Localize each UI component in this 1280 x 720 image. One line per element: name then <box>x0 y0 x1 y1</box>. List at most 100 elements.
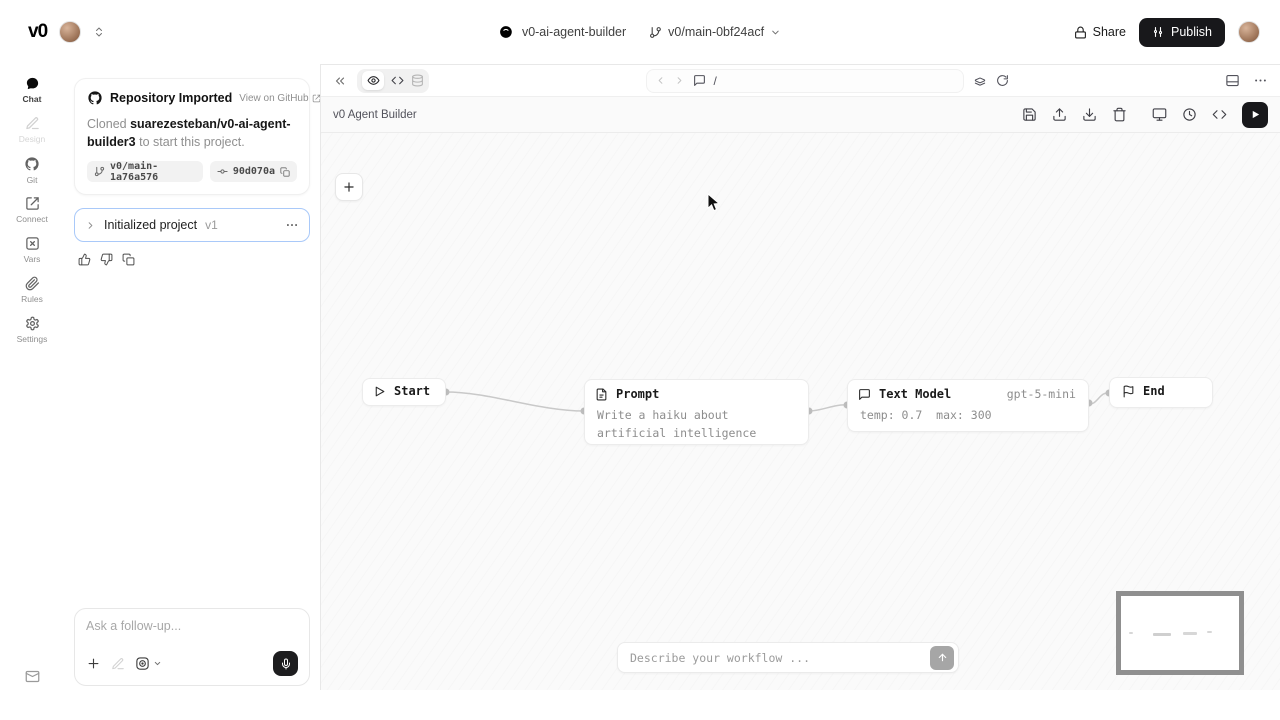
sidebar-item-settings[interactable]: Settings <box>0 310 64 350</box>
run-workflow-button[interactable] <box>1242 102 1268 128</box>
node-title: Text Model <box>879 387 951 401</box>
view-on-github-link[interactable]: View on GitHub <box>239 93 320 104</box>
sidebar-item-label: Rules <box>21 294 43 304</box>
version-row-initialized-project[interactable]: Initialized project v1 <box>74 208 310 242</box>
sidebar-item-connect[interactable]: Connect <box>0 190 64 230</box>
code-view-icon[interactable] <box>391 74 404 87</box>
workflow-canvas[interactable]: Start Prompt Write a haiku about artific… <box>321 133 1280 690</box>
chat-input[interactable] <box>86 619 298 633</box>
model-selector-icon[interactable] <box>135 656 162 671</box>
project-icon <box>499 25 513 39</box>
send-workflow-button[interactable] <box>930 646 954 670</box>
avatar[interactable] <box>59 21 81 43</box>
project-name: v0-ai-agent-builder <box>522 25 626 39</box>
branch-badge-label: v0/main-1a76a576 <box>110 161 196 183</box>
paperclip-icon <box>25 276 40 291</box>
thumbs-up-icon[interactable] <box>78 253 91 266</box>
workflow-node-text-model[interactable]: Text Model gpt-5-mini temp: 0.7 max: 300 <box>847 379 1089 432</box>
sidebar-item-label: Vars <box>24 254 41 264</box>
node-params: temp: 0.7 max: 300 <box>848 407 1088 434</box>
refresh-icon[interactable] <box>996 74 1009 87</box>
preview-eye-icon[interactable] <box>362 71 384 90</box>
workflow-node-end[interactable]: End <box>1109 377 1213 408</box>
v0-app: v0 v0-ai-agent-builder v0/main-0bf24acf <box>0 0 1280 720</box>
design-edit-icon[interactable] <box>111 657 125 671</box>
monitor-icon[interactable] <box>1152 107 1167 122</box>
git-branch-icon <box>649 26 662 39</box>
database-icon[interactable] <box>411 74 424 87</box>
sidebar-item-design[interactable]: Design <box>0 110 64 150</box>
sliders-icon <box>1152 26 1164 38</box>
nav-back-icon[interactable] <box>655 75 666 86</box>
design-icon <box>25 116 40 131</box>
node-title: End <box>1143 384 1165 398</box>
share-label: Share <box>1093 25 1126 39</box>
workflow-prompt-bar <box>617 642 959 673</box>
chat-composer <box>74 608 310 686</box>
canvas-header: v0 Agent Builder <box>321 97 1280 133</box>
workflow-input[interactable] <box>630 651 930 665</box>
workflow-node-start[interactable]: Start <box>362 378 446 406</box>
repo-body-prefix: Cloned <box>87 117 130 131</box>
trash-icon[interactable] <box>1112 107 1127 122</box>
version-label: Initialized project <box>104 218 197 232</box>
github-icon <box>24 156 40 172</box>
thumbs-down-icon[interactable] <box>100 253 113 266</box>
project-switcher[interactable]: v0-ai-agent-builder v0/main-0bf24acf <box>499 0 781 64</box>
sidebar-item-git[interactable]: Git <box>0 150 64 190</box>
chat-panel: Repository Imported View on GitHub Clone… <box>64 64 320 690</box>
layers-icon[interactable] <box>973 74 987 88</box>
history-clock-icon[interactable] <box>1182 107 1197 122</box>
repo-card-body: Cloned suarezesteban/v0-ai-agent-builder… <box>87 115 297 151</box>
download-icon[interactable] <box>1082 107 1097 122</box>
plus-icon[interactable] <box>86 656 101 671</box>
view-on-github-label: View on GitHub <box>239 93 308 104</box>
sidebar-item-rules[interactable]: Rules <box>0 270 64 310</box>
save-icon[interactable] <box>1022 107 1037 122</box>
comment-icon[interactable] <box>693 74 706 87</box>
canvas-title: v0 Agent Builder <box>333 109 417 121</box>
canvas-toolbar <box>1022 102 1268 128</box>
more-options-icon[interactable] <box>1253 73 1268 88</box>
share-button[interactable]: Share <box>1074 25 1126 39</box>
url-path: / <box>714 74 717 88</box>
file-text-icon <box>595 388 608 401</box>
nav-forward-icon[interactable] <box>674 75 685 86</box>
play-icon <box>373 385 386 398</box>
panel-layout-icon[interactable] <box>1225 73 1240 88</box>
sidebar-item-label: Design <box>19 134 45 144</box>
github-icon <box>87 90 103 106</box>
branch-badge[interactable]: v0/main-1a76a576 <box>87 161 203 182</box>
feedback-mail-icon[interactable] <box>0 669 64 684</box>
copy-icon[interactable] <box>280 167 290 177</box>
branch-selector[interactable]: v0/main-0bf24acf <box>649 25 781 39</box>
ellipsis-icon[interactable] <box>285 218 299 232</box>
main-frame: / v0 Agent Builder <box>320 64 1280 690</box>
microphone-button[interactable] <box>273 651 298 676</box>
copy-icon[interactable] <box>122 253 135 266</box>
avatar[interactable] <box>1238 21 1260 43</box>
chevron-right-icon[interactable] <box>85 220 96 231</box>
add-node-button[interactable] <box>335 173 363 201</box>
sidebar-item-chat[interactable]: Chat <box>0 70 64 110</box>
commit-badge[interactable]: 90d070a <box>210 161 297 182</box>
sidebar-item-vars[interactable]: Vars <box>0 230 64 270</box>
view-mode-switch <box>357 69 429 93</box>
minimap-node-mark <box>1207 631 1212 633</box>
publish-button[interactable]: Publish <box>1139 18 1225 47</box>
chevrons-up-down-icon[interactable] <box>93 26 105 38</box>
address-bar[interactable]: / <box>646 69 964 93</box>
v0-logo[interactable]: v0 <box>28 21 47 43</box>
upload-icon[interactable] <box>1052 107 1067 122</box>
left-rail: Chat Design Git Connect Vars <box>0 64 64 690</box>
minimap-node-mark <box>1153 633 1171 636</box>
sidebar-item-label: Connect <box>16 214 48 224</box>
top-bar: v0 v0-ai-agent-builder v0/main-0bf24acf <box>0 0 1280 64</box>
repo-card-title: Repository Imported <box>110 91 232 105</box>
minimap[interactable] <box>1116 591 1244 675</box>
git-commit-icon <box>217 166 228 177</box>
code-icon[interactable] <box>1212 107 1227 122</box>
workflow-node-prompt[interactable]: Prompt Write a haiku about artificial in… <box>584 379 809 445</box>
node-title: Prompt <box>616 387 659 401</box>
collapse-sidebar-icon[interactable] <box>333 74 347 88</box>
